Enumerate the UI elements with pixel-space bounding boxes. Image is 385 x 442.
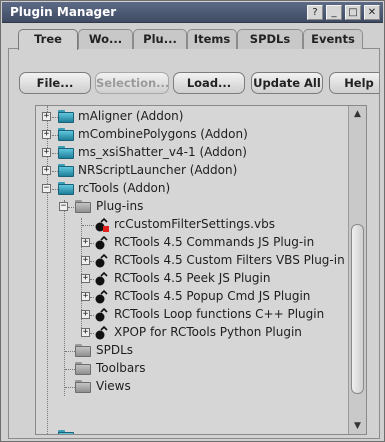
tree-node-label: Toolbars bbox=[96, 361, 146, 375]
addon-folder-icon bbox=[58, 182, 74, 195]
plugin-icon bbox=[95, 290, 108, 304]
expand-toggle[interactable]: + bbox=[81, 328, 90, 337]
expand-toggle[interactable]: + bbox=[81, 256, 90, 265]
help-button[interactable]: Help bbox=[329, 72, 379, 94]
addon-folder-icon bbox=[58, 146, 74, 159]
addon-folder-icon bbox=[58, 164, 74, 177]
expand-toggle[interactable]: + bbox=[42, 166, 51, 175]
tree-node-folder[interactable]: SPDLs bbox=[36, 342, 336, 360]
tree-node-plugin[interactable]: + XPOP for RCTools Python Plugin bbox=[36, 324, 336, 342]
tree-node-plugin[interactable]: + RCTools 4.5 Popup Cmd JS Plugin bbox=[36, 288, 336, 306]
folder-icon bbox=[75, 380, 91, 393]
tree-node-plugin[interactable]: + RCTools 4.5 Custom Filters VBS Plug-in bbox=[36, 252, 345, 270]
expand-toggle[interactable]: + bbox=[81, 238, 90, 247]
help-button-clip: Help bbox=[329, 72, 379, 94]
help-title-button[interactable]: ? bbox=[307, 5, 323, 20]
tree-node-plugin[interactable]: + RCTools 4.5 Peek JS Plugin bbox=[36, 270, 336, 288]
addon-folder-icon bbox=[58, 430, 74, 434]
file-button[interactable]: File... bbox=[19, 72, 91, 94]
plugin-icon bbox=[95, 326, 108, 340]
tree-node-label: SPDLs bbox=[96, 343, 134, 357]
plugin-icon bbox=[95, 308, 108, 322]
scroll-up-arrow-icon[interactable]: ▲ bbox=[351, 108, 364, 120]
selection-button[interactable]: Selection... bbox=[95, 72, 169, 94]
maximize-button[interactable]: □ bbox=[345, 5, 361, 20]
tree-node-addon[interactable]: + ms_xsiShatter_v4-1 (Addon) bbox=[36, 144, 336, 162]
tree-node-label: RCTools 4.5 Peek JS Plugin bbox=[114, 271, 271, 285]
tab-events[interactable]: Events bbox=[303, 29, 363, 49]
expand-toggle[interactable]: + bbox=[81, 274, 90, 283]
minimize-button[interactable]: _ bbox=[326, 5, 342, 20]
tree-node-label: RCTools 4.5 Commands JS Plug-in bbox=[114, 235, 315, 249]
expand-toggle[interactable]: + bbox=[81, 310, 90, 319]
tab-spdls[interactable]: SPDLs bbox=[237, 29, 303, 49]
tab-items[interactable]: Items bbox=[187, 29, 237, 49]
title-bar[interactable]: Plugin Manager ? _ □ ✕ bbox=[2, 2, 383, 23]
plugin-icon bbox=[95, 236, 108, 250]
expand-toggle[interactable]: + bbox=[81, 292, 90, 301]
tree-node-plugin[interactable]: + RCTools Loop functions C++ Plugin bbox=[36, 306, 336, 324]
expand-toggle[interactable]: + bbox=[42, 130, 51, 139]
folder-icon bbox=[75, 200, 91, 213]
expand-toggle[interactable]: + bbox=[42, 148, 51, 157]
tree-node-label: rcTools (Addon) bbox=[78, 181, 171, 195]
tree-node-label: RCTools Loop functions C++ Plugin bbox=[114, 307, 325, 321]
scroll-down-arrow-icon[interactable]: ▼ bbox=[351, 420, 364, 432]
collapse-toggle[interactable]: − bbox=[59, 202, 68, 211]
expand-toggle[interactable]: + bbox=[42, 112, 51, 121]
addon-folder-icon bbox=[58, 110, 74, 123]
tree-node-label: XPOP for RCTools Python Plugin bbox=[114, 325, 302, 339]
addon-folder-icon bbox=[58, 128, 74, 141]
close-button[interactable]: ✕ bbox=[364, 5, 380, 20]
tree-node-label: Views bbox=[96, 379, 131, 393]
collapse-toggle[interactable]: − bbox=[42, 184, 51, 193]
load-button[interactable]: Load... bbox=[173, 72, 245, 94]
tree-node-label: RCTools 4.5 Popup Cmd JS Plugin bbox=[114, 289, 311, 303]
tree-node-addon[interactable]: + mCombinePolygons (Addon) bbox=[36, 126, 336, 144]
plugin-tree[interactable]: + mAligner (Addon) + mCombinePolygons (A… bbox=[35, 105, 367, 435]
plugin-error-icon bbox=[95, 218, 109, 232]
tree-node-label: RCTools 4.5 Custom Filters VBS Plug-in bbox=[114, 253, 345, 267]
tree-node-folder[interactable]: Views bbox=[36, 378, 336, 396]
tree-node-plugin[interactable]: rcCustomFilterSettings.vbs bbox=[36, 216, 336, 234]
tree-node-label: NRScriptLauncher (Addon) bbox=[78, 163, 238, 177]
tab-tree[interactable]: Tree bbox=[18, 29, 78, 50]
folder-icon bbox=[75, 344, 91, 357]
plugin-manager-window: Plugin Manager ? _ □ ✕ Tree Wo... Plu...… bbox=[0, 0, 385, 442]
tree-node-label: mCombinePolygons (Addon) bbox=[78, 127, 248, 141]
folder-icon bbox=[75, 362, 91, 375]
tree-node-addon[interactable]: + mAligner (Addon) bbox=[36, 108, 336, 126]
window-title: Plugin Manager bbox=[10, 5, 117, 19]
tree-node-addon[interactable]: − rcTools (Addon) bbox=[36, 180, 336, 198]
tab-workgroups[interactable]: Wo... bbox=[78, 29, 133, 49]
scrollbar-thumb[interactable] bbox=[351, 224, 364, 394]
vertical-scrollbar[interactable]: ▲ ▼ bbox=[348, 106, 366, 434]
update-all-button[interactable]: Update All bbox=[251, 72, 323, 94]
tree-node-label: ms_xsiShatter_v4-1 (Addon) bbox=[78, 145, 247, 159]
plugin-icon bbox=[95, 254, 108, 268]
tree-node-folder[interactable]: − Plug-ins bbox=[36, 198, 336, 216]
tree-node-label: rcCustomFilterSettings.vbs bbox=[114, 217, 275, 231]
plugin-icon bbox=[95, 272, 108, 286]
tree-node-addon[interactable]: + NRScriptLauncher (Addon) bbox=[36, 162, 336, 180]
tree-node-label: Plug-ins bbox=[96, 199, 144, 213]
tree-node-folder[interactable]: Toolbars bbox=[36, 360, 336, 378]
tab-bar: Tree Wo... Plu... Items SPDLs Events bbox=[18, 29, 378, 50]
tree-node-label: mAligner (Addon) bbox=[78, 109, 184, 123]
tree-node-plugin[interactable]: + RCTools 4.5 Commands JS Plug-in bbox=[36, 234, 336, 252]
clipped-tree-row bbox=[58, 428, 128, 434]
tab-plugins[interactable]: Plu... bbox=[133, 29, 187, 49]
